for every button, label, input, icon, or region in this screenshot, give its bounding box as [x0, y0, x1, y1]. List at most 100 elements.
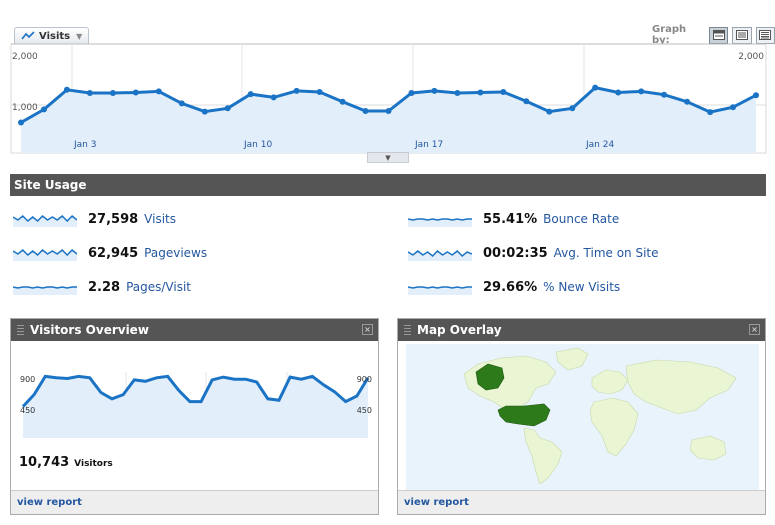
- data-point: [385, 108, 392, 114]
- metric-value: 2.28: [88, 279, 121, 295]
- metric-visits: 27,598 Visits: [13, 209, 176, 229]
- panel-title: Visitors Overview: [30, 323, 149, 337]
- x-tick-label: Jan 24: [585, 140, 614, 150]
- metric-link-bounce-rate[interactable]: Bounce Rate: [543, 212, 619, 226]
- data-point: [500, 89, 507, 95]
- visitors-count-value: 10,743: [19, 455, 70, 470]
- data-point: [109, 90, 116, 96]
- sparkline-icon: [408, 249, 472, 261]
- sparkline-icon: [13, 286, 77, 295]
- data-point: [661, 91, 668, 98]
- sparkline-icon: [13, 214, 77, 227]
- data-point: [707, 109, 714, 116]
- data-point: [615, 89, 622, 96]
- data-point: [638, 88, 645, 95]
- drag-handle-icon[interactable]: [404, 324, 411, 336]
- data-point: [339, 98, 346, 105]
- visitors-overview-panel: Visitors Overview × 900 450 900 450 10,7…: [10, 318, 379, 515]
- metric-avg-time: 00:02:35 Avg. Time on Site: [408, 243, 659, 263]
- sparkline-icon: [13, 248, 77, 261]
- map-overlay-header[interactable]: Map Overlay ×: [398, 319, 765, 341]
- graph-by-day-button[interactable]: [709, 26, 729, 44]
- data-point: [316, 89, 323, 95]
- data-point: [523, 98, 530, 105]
- data-point: [431, 87, 438, 94]
- data-point: [408, 90, 415, 96]
- y-label-left-top: 2,000: [12, 52, 38, 62]
- visitors-count: 10,743 Visitors: [19, 455, 113, 470]
- metric-link-visits[interactable]: Visits: [144, 212, 176, 226]
- panel-title: Map Overlay: [417, 323, 502, 337]
- view-report-link[interactable]: view report: [17, 497, 82, 508]
- metric-selector-label: Visits: [39, 30, 71, 42]
- data-point: [41, 106, 47, 113]
- metric-pages-per-visit: 2.28 Pages/Visit: [13, 277, 191, 297]
- view-report-link[interactable]: view report: [404, 497, 469, 508]
- y-label-left-mid: 1,000: [12, 103, 38, 113]
- metric-value: 62,945: [88, 245, 139, 261]
- collapse-chart-tab[interactable]: ▼: [367, 152, 409, 163]
- data-point: [753, 92, 759, 99]
- y-label-right-top: 900: [357, 375, 372, 384]
- site-usage-header: Site Usage: [10, 174, 766, 196]
- close-icon[interactable]: ×: [362, 324, 373, 335]
- visitors-count-unit: Visitors: [74, 459, 113, 469]
- data-point: [293, 87, 300, 94]
- y-label-left-top: 900: [20, 375, 35, 384]
- data-point: [201, 108, 208, 115]
- map-overlay-panel: Map Overlay × view report: [397, 318, 766, 515]
- data-point: [477, 89, 484, 96]
- visitors-mini-chart: 900 450 900 450: [20, 368, 372, 438]
- week-view-icon: [736, 30, 749, 40]
- y-label-left-mid: 450: [20, 406, 35, 415]
- metric-bounce-rate: 55.41% Bounce Rate: [408, 209, 619, 229]
- line-chart-icon: [21, 31, 35, 40]
- caret-down-icon: ▼: [385, 153, 391, 162]
- metric-value: 55.41%: [483, 211, 538, 227]
- visitors-overview-footer: view report: [11, 490, 378, 514]
- visitors-overview-header[interactable]: Visitors Overview ×: [11, 319, 378, 341]
- data-point: [546, 108, 553, 115]
- close-icon[interactable]: ×: [749, 324, 760, 335]
- data-point: [270, 94, 277, 101]
- visits-chart: 2,000 1,000 2,000 Jan 3 Jan 10 Jan 17 Ja…: [10, 43, 767, 154]
- data-point: [86, 90, 93, 96]
- data-point: [224, 105, 231, 112]
- metric-value: 00:02:35: [483, 245, 548, 261]
- x-tick-label: Jan 3: [73, 140, 96, 150]
- y-label-right-mid: 450: [357, 406, 372, 415]
- data-point: [132, 89, 139, 96]
- map-overlay-footer: view report: [398, 490, 765, 514]
- drag-handle-icon[interactable]: [17, 324, 24, 336]
- data-point: [247, 91, 254, 98]
- graph-by-week-button[interactable]: [732, 26, 752, 44]
- data-point: [18, 119, 24, 126]
- y-label-right-top: 2,000: [738, 52, 764, 62]
- data-point: [684, 98, 691, 105]
- site-usage-title: Site Usage: [14, 178, 87, 192]
- chevron-down-icon: ▼: [76, 31, 83, 41]
- data-point: [730, 104, 736, 111]
- sparkline-icon: [408, 218, 472, 227]
- metric-link-pageviews[interactable]: Pageviews: [144, 246, 207, 260]
- metric-link-new-visits[interactable]: % New Visits: [543, 280, 620, 294]
- metric-link-avg-time[interactable]: Avg. Time on Site: [554, 246, 659, 260]
- day-view-icon: [712, 30, 725, 40]
- month-view-icon: [759, 30, 772, 40]
- metric-value: 29.66%: [483, 279, 538, 295]
- data-point: [592, 84, 599, 91]
- metric-link-pages-per-visit[interactable]: Pages/Visit: [126, 280, 191, 294]
- metric-pageviews: 62,945 Pageviews: [13, 243, 207, 263]
- data-point: [178, 100, 185, 107]
- data-point: [362, 108, 369, 114]
- graph-by-month-button[interactable]: [755, 26, 775, 44]
- data-point: [155, 88, 162, 95]
- sparkline-icon: [408, 286, 472, 295]
- data-point: [63, 86, 70, 93]
- x-tick-label: Jan 17: [414, 140, 443, 150]
- world-map[interactable]: [406, 344, 759, 490]
- x-tick-label: Jan 10: [243, 140, 272, 150]
- metric-new-visits: 29.66% % New Visits: [408, 277, 620, 297]
- data-point: [569, 105, 576, 112]
- data-point: [454, 90, 461, 96]
